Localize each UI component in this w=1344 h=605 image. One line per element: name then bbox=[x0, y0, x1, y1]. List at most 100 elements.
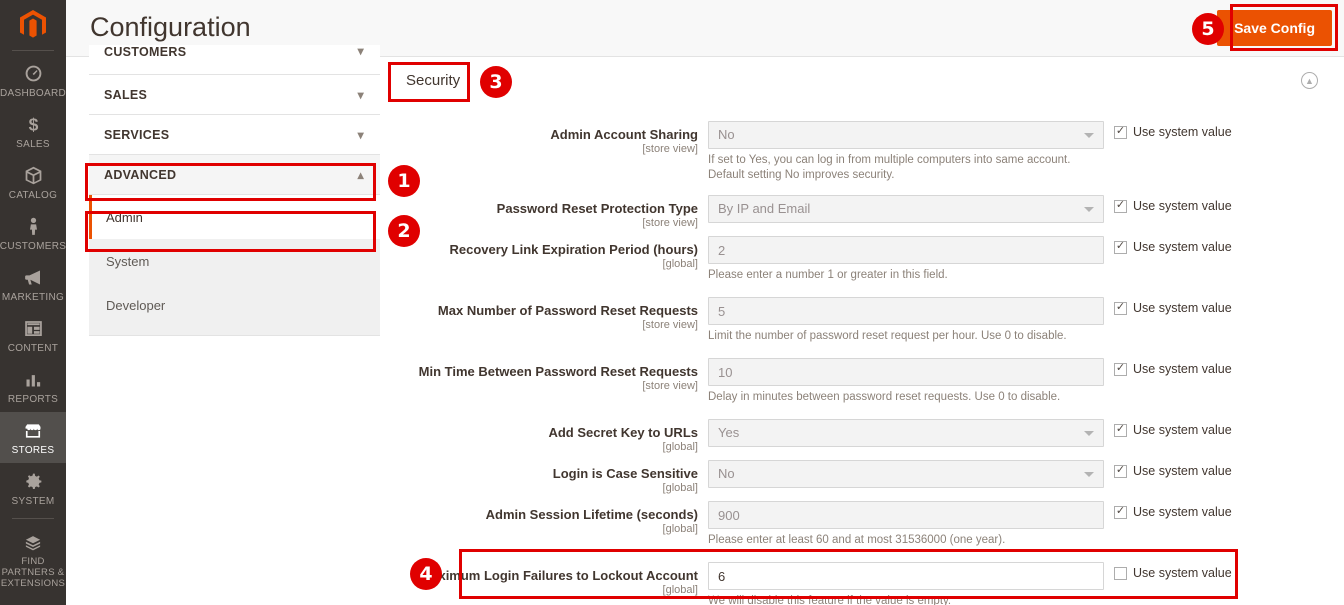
step-badge-4: 4 bbox=[410, 558, 442, 590]
admin-sidebar: DASHBOARD $ SALES CATALOG CUSTOMERS MARK… bbox=[0, 0, 66, 605]
field-select[interactable]: By IP and Email bbox=[708, 195, 1104, 223]
field-label: Password Reset Protection Type bbox=[496, 201, 698, 216]
use-system-value-toggle[interactable]: ✓ Use system value bbox=[1114, 464, 1232, 478]
sidebar-item-customers[interactable]: CUSTOMERS bbox=[0, 208, 66, 259]
field-note: Please enter a number 1 or greater in th… bbox=[708, 269, 948, 281]
chevron-up-icon: ▴ bbox=[357, 167, 364, 182]
use-system-value-label: Use system value bbox=[1133, 199, 1232, 213]
sidebar-item-dashboard[interactable]: DASHBOARD bbox=[0, 55, 66, 106]
field-scope: [store view] bbox=[642, 143, 698, 155]
checkbox-checked-icon[interactable]: ✓ bbox=[1114, 362, 1127, 376]
step-badge-1: 1 bbox=[388, 165, 420, 197]
checkbox-checked-icon[interactable]: ✓ bbox=[1114, 199, 1127, 213]
nav-item-label: System bbox=[106, 253, 150, 269]
use-system-value-toggle[interactable]: ✓ Use system value bbox=[1114, 125, 1232, 139]
field-scope: [store view] bbox=[642, 319, 698, 331]
field-note: If set to Yes, you can log in from multi… bbox=[708, 154, 1071, 181]
nav-section-services[interactable]: SERVICES ▾ bbox=[89, 115, 380, 155]
field-control: Please enter at least 60 and at most 315… bbox=[708, 501, 1104, 548]
use-system-value-toggle[interactable]: ✓ Use system value bbox=[1114, 240, 1232, 254]
sidebar-item-label: SALES bbox=[16, 139, 50, 150]
chevron-down-icon: ▾ bbox=[357, 87, 364, 102]
nav-item-developer[interactable]: Developer bbox=[89, 283, 380, 327]
use-system-value-toggle[interactable]: ✓ Use system value bbox=[1114, 423, 1232, 437]
chevron-up-circle-icon[interactable]: ▲ bbox=[1301, 72, 1318, 89]
admin-configuration-page: DASHBOARD $ SALES CATALOG CUSTOMERS MARK… bbox=[0, 0, 1344, 605]
sidebar-item-sales[interactable]: $ SALES bbox=[0, 106, 66, 157]
use-system-value-label: Use system value bbox=[1133, 566, 1232, 580]
field-select-value: By IP and Email bbox=[718, 201, 811, 216]
sidebar-item-label: FIND PARTNERS & EXTENSIONS bbox=[0, 556, 66, 589]
use-system-value-toggle[interactable]: ✓ Use system value bbox=[1114, 301, 1232, 315]
nav-item-system[interactable]: System bbox=[89, 239, 380, 283]
magento-logo-icon[interactable] bbox=[0, 0, 66, 50]
nav-section-label: SERVICES bbox=[104, 127, 170, 142]
chevron-down-icon: ▾ bbox=[357, 127, 364, 142]
checkbox-checked-icon[interactable]: ✓ bbox=[1114, 505, 1127, 519]
field-control: Yes bbox=[708, 419, 1104, 447]
sidebar-item-reports[interactable]: REPORTS bbox=[0, 361, 66, 412]
sidebar-item-label: DASHBOARD bbox=[0, 88, 67, 99]
section-tab-security[interactable]: Security bbox=[392, 64, 475, 97]
checkbox-checked-icon[interactable]: ✓ bbox=[1114, 423, 1127, 437]
use-system-value-toggle[interactable]: ✓ Use system value bbox=[1114, 199, 1232, 213]
rail-divider-bottom bbox=[12, 518, 54, 519]
field-scope: [global] bbox=[662, 523, 698, 535]
sidebar-item-marketing[interactable]: MARKETING bbox=[0, 259, 66, 310]
field-scope: [global] bbox=[662, 258, 698, 270]
field-select[interactable]: Yes bbox=[708, 419, 1104, 447]
save-config-button[interactable]: Save Config bbox=[1217, 10, 1332, 46]
checkbox-unchecked-icon[interactable] bbox=[1114, 566, 1127, 580]
field-label: Add Secret Key to URLs bbox=[548, 425, 698, 440]
field-select-value: Yes bbox=[718, 425, 740, 440]
field-text-input[interactable] bbox=[708, 297, 1104, 325]
use-system-value-toggle[interactable]: Use system value bbox=[1114, 566, 1232, 580]
field-text-input[interactable] bbox=[708, 358, 1104, 386]
check-icon: ✓ bbox=[1115, 362, 1126, 374]
sidebar-item-find-partners[interactable]: FIND PARTNERS & EXTENSIONS bbox=[0, 523, 66, 596]
field-label: Admin Account Sharing bbox=[550, 127, 698, 142]
field-control: By IP and Email bbox=[708, 195, 1104, 223]
checkbox-checked-icon[interactable]: ✓ bbox=[1114, 125, 1127, 139]
field-label: Login is Case Sensitive bbox=[552, 466, 698, 481]
bar-chart-icon bbox=[23, 368, 44, 390]
dollar-sign-icon: $ bbox=[23, 113, 44, 135]
nav-section-advanced[interactable]: ADVANCED ▴ bbox=[89, 155, 380, 195]
checkbox-checked-icon[interactable]: ✓ bbox=[1114, 301, 1127, 315]
sidebar-item-content[interactable]: CONTENT bbox=[0, 310, 66, 361]
sidebar-item-system[interactable]: SYSTEM bbox=[0, 463, 66, 514]
field-note: We will disable this feature if the valu… bbox=[708, 595, 952, 605]
step-badge-3: 3 bbox=[480, 66, 512, 98]
checkbox-checked-icon[interactable]: ✓ bbox=[1114, 464, 1127, 478]
field-select[interactable]: No bbox=[708, 460, 1104, 488]
field-text-input[interactable] bbox=[708, 562, 1104, 590]
nav-section-sales[interactable]: SALES ▾ bbox=[89, 75, 380, 115]
use-system-value-label: Use system value bbox=[1133, 423, 1232, 437]
nav-section-customers[interactable]: CUSTOMERS ▾ bbox=[89, 45, 380, 75]
field-label: Max Number of Password Reset Requests bbox=[437, 303, 698, 318]
svg-text:$: $ bbox=[28, 115, 38, 135]
field-text-input[interactable] bbox=[708, 236, 1104, 264]
sidebar-item-label: CATALOG bbox=[8, 190, 58, 201]
person-icon bbox=[23, 215, 44, 237]
field-select[interactable]: No bbox=[708, 121, 1104, 149]
check-icon: ✓ bbox=[1115, 199, 1126, 211]
nav-item-admin[interactable]: Admin bbox=[89, 195, 380, 239]
sidebar-item-label: SYSTEM bbox=[11, 496, 55, 507]
check-icon: ✓ bbox=[1115, 505, 1126, 517]
field-note: Limit the number of password reset reque… bbox=[708, 330, 1067, 342]
use-system-value-label: Use system value bbox=[1133, 301, 1232, 315]
sidebar-item-catalog[interactable]: CATALOG bbox=[0, 157, 66, 208]
sidebar-item-stores[interactable]: STORES bbox=[0, 412, 66, 463]
check-icon: ✓ bbox=[1115, 464, 1126, 476]
field-note: Delay in minutes between password reset … bbox=[708, 391, 1061, 403]
field-control: Delay in minutes between password reset … bbox=[708, 358, 1104, 405]
use-system-value-toggle[interactable]: ✓ Use system value bbox=[1114, 505, 1232, 519]
field-text-input[interactable] bbox=[708, 501, 1104, 529]
extension-box-icon bbox=[22, 530, 44, 552]
use-system-value-toggle[interactable]: ✓ Use system value bbox=[1114, 362, 1232, 376]
megaphone-icon bbox=[22, 266, 44, 288]
checkbox-checked-icon[interactable]: ✓ bbox=[1114, 240, 1127, 254]
layout-page-icon bbox=[23, 317, 44, 339]
use-system-value-label: Use system value bbox=[1133, 362, 1232, 376]
